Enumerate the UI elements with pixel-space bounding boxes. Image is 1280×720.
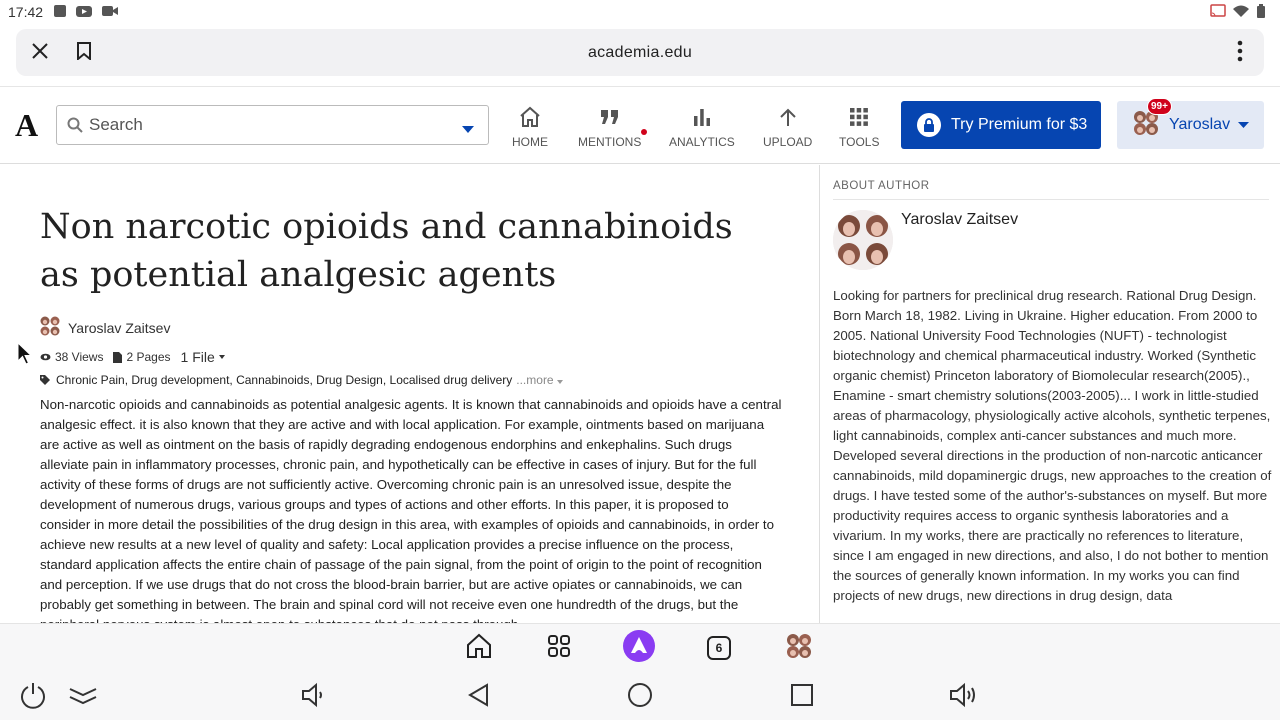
search-dropdown-chevron-icon[interactable]: [462, 121, 474, 139]
nav-upload[interactable]: UPLOAD: [763, 105, 812, 149]
about-author-heading: ABOUT AUTHOR: [833, 180, 930, 192]
nav-analytics[interactable]: ANALYTICS: [669, 105, 735, 149]
paper-tags: Chronic Pain, Drug development, Cannabin…: [40, 373, 563, 387]
double-chevron-down-icon: [68, 685, 98, 710]
paper-abstract: Non-narcotic opioids and cannabinoids as…: [40, 397, 782, 623]
tag-icon: [40, 375, 50, 385]
home-circle-icon: [627, 682, 653, 713]
author-bio: Looking for partners for preclinical dru…: [833, 288, 1272, 603]
dock-home-button[interactable]: [465, 633, 493, 664]
document-icon: [113, 351, 123, 363]
volume-up-icon: [948, 682, 978, 713]
home-icon: [466, 633, 492, 664]
notification-badge: 99+: [1147, 97, 1172, 115]
divider: [833, 199, 1269, 200]
back-triangle-icon: [467, 682, 489, 712]
eye-icon: [40, 353, 51, 361]
views-label: 38 Views: [55, 350, 104, 364]
status-bar: 17:42: [0, 0, 1280, 24]
academia-logo[interactable]: A: [15, 107, 38, 144]
tags-more-label: ...more: [516, 373, 554, 387]
paper-meta: 38 Views 2 Pages 1 File: [40, 349, 225, 365]
search-input[interactable]: [89, 115, 488, 135]
files-label: 1 File: [180, 349, 215, 365]
try-premium-label: Try Premium for $3: [951, 116, 1088, 133]
quote-icon: [599, 105, 621, 129]
try-premium-button[interactable]: Try Premium for $3: [901, 101, 1101, 149]
home-icon: [519, 105, 541, 129]
assistant-icon: [622, 629, 656, 668]
nav-home-label: HOME: [512, 135, 548, 149]
nav-home[interactable]: HOME: [512, 105, 548, 149]
dock-profile-button[interactable]: [785, 633, 813, 664]
search-box[interactable]: [56, 105, 489, 145]
files-dropdown[interactable]: 1 File: [181, 349, 225, 365]
notification-square-icon: [53, 4, 67, 21]
paper-author-link[interactable]: Yaroslav Zaitsev: [40, 316, 170, 339]
wifi-icon: [1232, 4, 1250, 21]
tags-list[interactable]: Chronic Pain, Drug development, Cannabin…: [56, 373, 512, 387]
upload-arrow-icon: [778, 105, 798, 129]
avatar: 99+: [1133, 97, 1172, 141]
cast-icon: [1210, 4, 1226, 21]
recents-square-icon: [790, 683, 814, 712]
site-header: A HOME MENTIONS ANALYTICS UPLOAD: [0, 86, 1280, 164]
caret-down-icon: [218, 355, 225, 359]
user-name-label: Yaroslav: [1169, 116, 1231, 133]
pages-label: 2 Pages: [126, 350, 171, 364]
nav-mentions[interactable]: MENTIONS: [578, 105, 648, 149]
author-avatar: [40, 316, 60, 339]
video-camera-icon: [101, 4, 119, 21]
recents-button[interactable]: [786, 681, 818, 713]
about-author-sidebar: ABOUT AUTHOR Yaroslav Zaitsev Looking fo…: [819, 165, 1280, 623]
nav-mentions-label: MENTIONS: [578, 135, 642, 149]
power-icon: [19, 681, 47, 714]
system-navigation-bar: [0, 673, 1280, 720]
caret-down-icon: [556, 373, 563, 387]
dock-tabs-button[interactable]: 6: [705, 634, 733, 662]
back-button[interactable]: [462, 681, 494, 713]
volume-down-icon: [300, 682, 326, 713]
mouse-cursor-icon: [17, 341, 33, 371]
browser-menu-button[interactable]: [1220, 33, 1260, 73]
author-photo[interactable]: [833, 210, 893, 270]
nav-upload-label: UPLOAD: [763, 135, 813, 149]
tabs-count: 6: [715, 641, 723, 655]
views-count: 38 Views: [40, 350, 103, 364]
tabs-counter-icon: 6: [707, 636, 731, 660]
search-icon: [67, 117, 83, 133]
bar-chart-icon: [692, 105, 712, 129]
battery-icon: [1256, 4, 1266, 21]
apps-grid-icon: [547, 634, 571, 663]
pages-count: 2 Pages: [113, 350, 171, 364]
home-button[interactable]: [624, 681, 656, 713]
chevron-down-icon: [1238, 121, 1250, 129]
tags-more-link[interactable]: ...more: [516, 373, 563, 387]
nav-tools-label: TOOLS: [839, 135, 880, 149]
nav-tools[interactable]: TOOLS: [839, 105, 879, 149]
paper-author-name: Yaroslav Zaitsev: [68, 319, 171, 336]
youtube-icon: [75, 4, 93, 21]
profile-avatar-icon: [786, 633, 812, 664]
dock-assistant-button[interactable]: [622, 629, 656, 668]
status-time: 17:42: [8, 4, 44, 20]
volume-down-button[interactable]: [297, 681, 329, 713]
url-display[interactable]: academia.edu: [16, 44, 1264, 62]
mentions-notification-dot: [641, 129, 648, 135]
user-menu-button[interactable]: 99+ Yaroslav: [1117, 97, 1264, 149]
browser-address-bar: academia.edu: [16, 29, 1264, 76]
collapse-button[interactable]: [67, 681, 99, 713]
paper-main: Non narcotic opioids and cannabinoids as…: [0, 165, 818, 623]
nav-analytics-label: ANALYTICS: [669, 135, 735, 149]
more-vertical-icon: [1237, 40, 1243, 67]
dock-apps-button[interactable]: [545, 634, 573, 662]
page-title: Non narcotic opioids and cannabinoids as…: [40, 207, 733, 295]
app-dock: 6: [0, 623, 1280, 673]
volume-up-button[interactable]: [947, 681, 979, 713]
grid-icon: [850, 105, 869, 129]
lock-icon: [917, 113, 941, 137]
sidebar-author-name[interactable]: Yaroslav Zaitsev: [901, 211, 1018, 229]
power-button[interactable]: [17, 681, 49, 713]
